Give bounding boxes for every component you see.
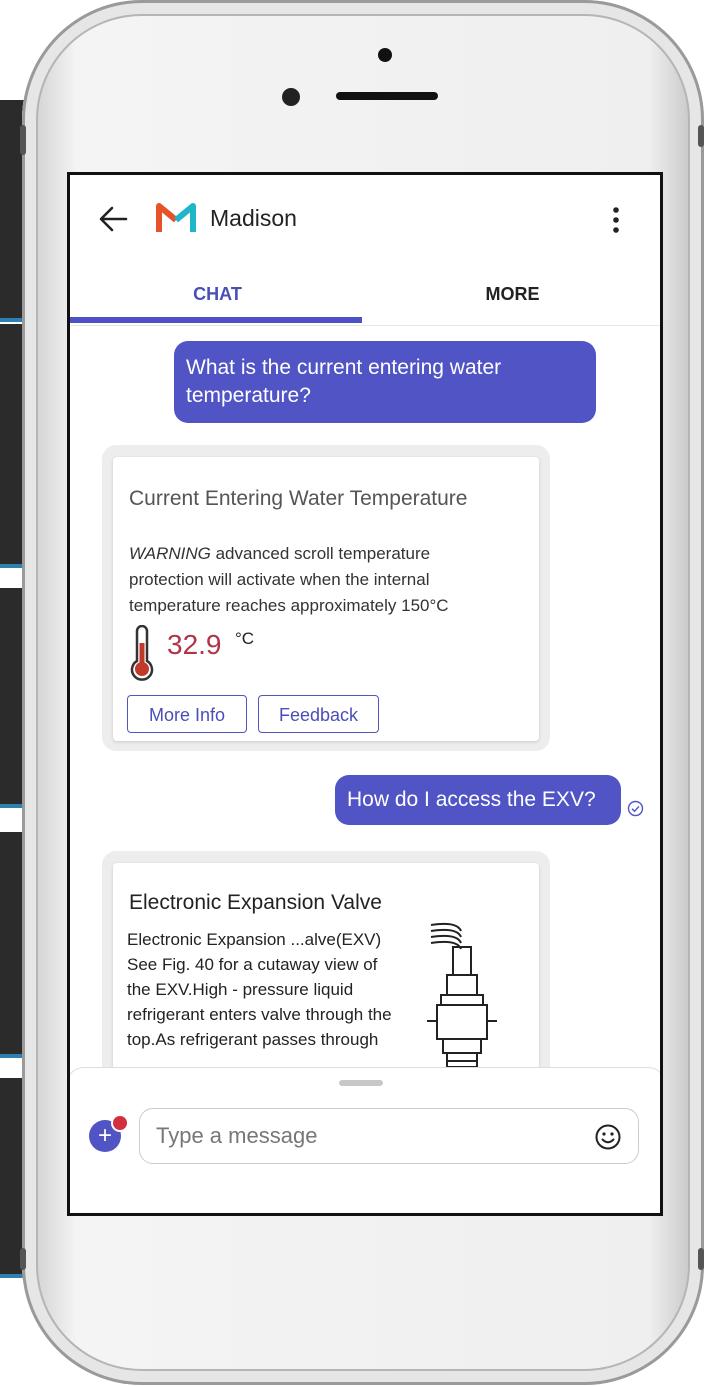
message-input[interactable]: Type a message (139, 1108, 639, 1164)
more-options-icon[interactable] (604, 205, 628, 235)
phone-side-button (698, 125, 704, 147)
emoji-icon[interactable] (594, 1123, 622, 1151)
card-title: Current Entering Water Temperature (129, 487, 468, 510)
phone-side-button (20, 125, 26, 155)
user-message: How do I access the EXV? (335, 775, 621, 825)
notification-badge (111, 1114, 129, 1132)
warning-label: WARNING (129, 544, 211, 563)
thermometer-icon (130, 625, 154, 681)
message-composer: + Type a message (70, 1067, 660, 1213)
app-bar: Madison (70, 175, 660, 263)
feedback-button[interactable]: Feedback (258, 695, 379, 733)
app-title: Madison (210, 205, 297, 231)
tab-indicator (70, 317, 362, 323)
madison-logo-icon (156, 203, 196, 232)
app-screen: Madison CHAT MORE What is the current en… (67, 172, 663, 1216)
tab-more[interactable]: MORE (365, 267, 660, 321)
phone-side-button (20, 1248, 26, 1270)
expansion-valve-icon (427, 922, 497, 1076)
message-placeholder: Type a message (156, 1123, 318, 1148)
tab-chat[interactable]: CHAT (70, 267, 365, 321)
phone-camera (282, 88, 300, 106)
temperature-value: 32.9 (167, 629, 222, 660)
temperature-card: Current Entering Water Temperature WARNI… (113, 457, 539, 741)
read-receipt-icon (627, 800, 644, 817)
phone-side-button (698, 1248, 704, 1270)
bot-message: Current Entering Water Temperature WARNI… (102, 445, 550, 751)
drag-handle[interactable] (339, 1080, 383, 1086)
card-title: Electronic Expansion Valve (129, 891, 382, 914)
warning-text: WARNING advanced scroll temperature prot… (129, 541, 509, 619)
temperature-unit: °C (235, 629, 255, 648)
phone-sensor (378, 48, 392, 62)
card-body: Electronic Expansion ...alve(EXV) See Fi… (127, 930, 392, 1049)
user-message: What is the current entering water tempe… (174, 341, 596, 423)
more-info-button[interactable]: More Info (127, 695, 247, 733)
phone-speaker (336, 92, 438, 100)
back-arrow-icon[interactable] (96, 201, 132, 237)
